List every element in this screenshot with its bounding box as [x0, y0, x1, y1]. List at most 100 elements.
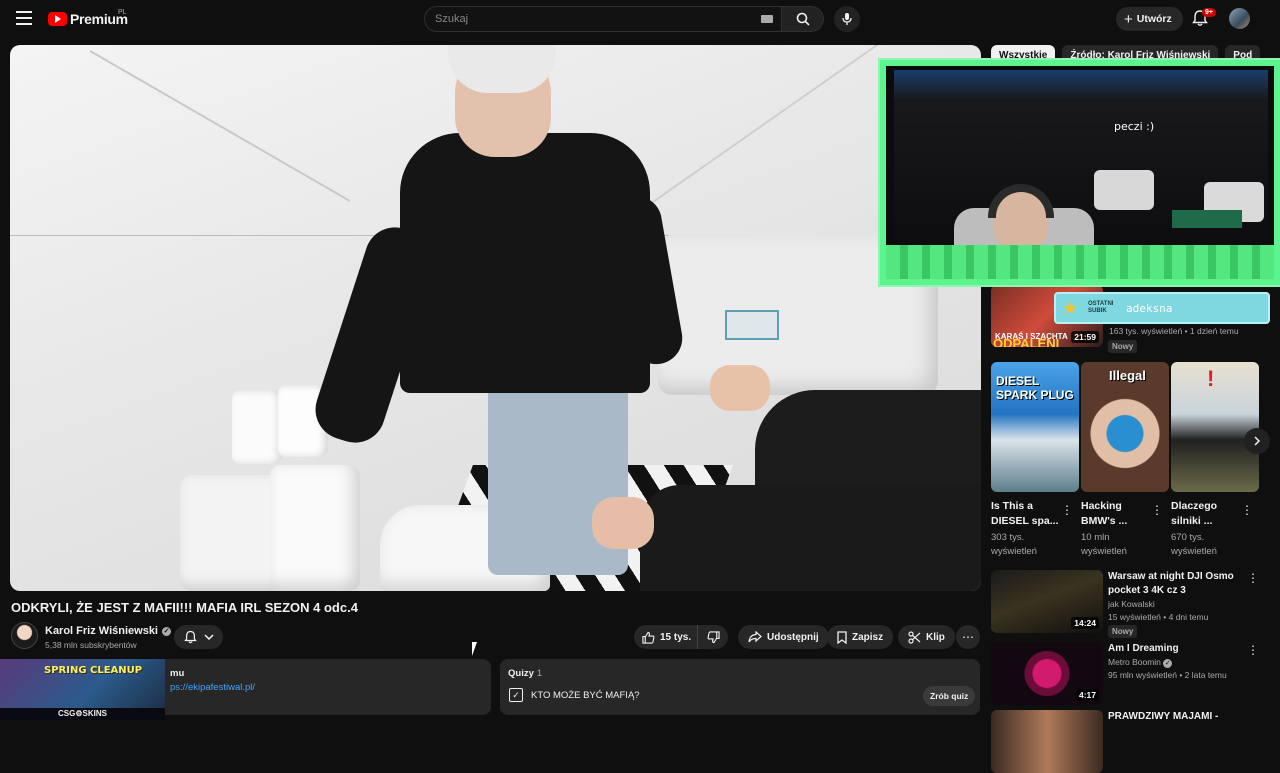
short-item[interactable]: ! Dlaczego silniki ... 670 tys. wyświetl…	[1171, 362, 1259, 557]
quiz-header: Quizy 1	[508, 668, 543, 679]
recommended-video[interactable]: 4:17 Am I Dreaming Metro Boomin ✓ 95 mln…	[991, 642, 1271, 708]
verified-icon: ✓	[1163, 659, 1173, 668]
short-item[interactable]: DIESEL SPARK PLUG Is This a DIESEL spa..…	[991, 362, 1079, 557]
chevron-down-icon	[203, 634, 214, 640]
search-box	[424, 6, 782, 32]
ad-brand: CSG⚙SKINS	[0, 708, 165, 720]
plus-icon: +	[1124, 10, 1133, 28]
quiz-question[interactable]: KTO MOŻE BYĆ MAFIĄ?	[531, 690, 640, 701]
account-avatar[interactable]	[1229, 8, 1250, 29]
video-thumbnail[interactable]: 14:24	[991, 570, 1103, 633]
video-title: ODKRYLI, ŻE JEST Z MAFII!!! MAFIA IRL SE…	[11, 600, 358, 615]
youtube-premium-logo[interactable]: Premium PL	[48, 9, 128, 27]
video-player[interactable]	[10, 45, 981, 591]
channel-avatar[interactable]	[11, 622, 38, 649]
recommended-video[interactable]: PRAWDZIWY MAJAMI -	[991, 710, 1271, 773]
logo-country: PL	[118, 9, 127, 16]
video-title[interactable]: PRAWDZIWY MAJAMI -	[1108, 710, 1248, 724]
headphones-icon	[988, 184, 1054, 218]
thumbs-down-icon	[707, 630, 720, 643]
more-actions-icon[interactable]: ⋮	[1061, 504, 1073, 516]
more-actions-icon[interactable]: ⋮	[1151, 504, 1163, 516]
marble-wall	[89, 50, 351, 202]
thumbnail-text: Illegal	[1109, 368, 1146, 383]
dislike-button[interactable]	[698, 625, 728, 649]
armchair	[1094, 170, 1154, 210]
like-button[interactable]: 15 tys.	[634, 625, 698, 649]
last-subscriber-widget: ★ OSTATNI SUBIK adeksna	[1054, 292, 1270, 324]
checkbox-icon: ✓	[509, 688, 523, 702]
take-quiz-button[interactable]: Zrób quiz	[923, 686, 976, 706]
more-actions-icon[interactable]: ⋮	[1247, 644, 1259, 656]
search-icon	[796, 12, 810, 26]
video-duration: 21:59	[1071, 331, 1099, 343]
clip-button[interactable]: Klip	[898, 625, 955, 649]
bell-icon	[183, 630, 197, 644]
bookmark-icon	[837, 630, 847, 644]
short-thumbnail[interactable]: DIESEL SPARK PLUG	[991, 362, 1079, 492]
channel-name[interactable]: jak Kowalski	[1108, 599, 1155, 609]
search-input[interactable]	[425, 7, 745, 31]
save-button[interactable]: Zapisz	[827, 625, 894, 649]
new-badge: Nowy	[1108, 340, 1138, 353]
thumbs-up-icon	[642, 631, 655, 644]
short-title[interactable]: Hacking BMW's ...	[1081, 499, 1151, 529]
search-button[interactable]	[782, 6, 824, 32]
clip-label: Klip	[926, 631, 945, 643]
verified-icon: ✓	[162, 626, 171, 636]
video-meta: 163 tys. wyświetleń • 1 dzień temu	[1109, 326, 1239, 336]
quiz-box: Quizy 1 ✓ KTO MOŻE BYĆ MAFIĄ? Zrób quiz	[500, 659, 980, 715]
video-thumbnail[interactable]	[991, 710, 1103, 773]
notification-badge: 9+	[1202, 8, 1216, 17]
channel-name[interactable]: Metro Boomin ✓	[1108, 657, 1173, 668]
share-icon	[748, 631, 762, 643]
pixel-grass-border	[886, 245, 1274, 279]
overlay-caption: peczi :)	[1114, 120, 1155, 133]
video-title[interactable]: Am I Dreaming	[1108, 642, 1248, 656]
more-actions-icon[interactable]: ⋮	[1247, 572, 1259, 584]
sub-widget-label: OSTATNI SUBIK	[1088, 301, 1114, 314]
video-thumbnail[interactable]: 4:17	[991, 642, 1103, 705]
quiz-count: 1	[536, 668, 543, 679]
short-title[interactable]: Dlaczego silniki ...	[1171, 499, 1241, 529]
video-meta: 15 wyświetleń • 4 dni temu	[1108, 612, 1209, 622]
scissors-icon	[908, 630, 921, 644]
recommended-video[interactable]: 14:24 Warsaw at night DJI Osmo pocket 3 …	[991, 570, 1271, 638]
subscription-notifications-button[interactable]	[174, 625, 223, 649]
short-thumbnail[interactable]: !	[1171, 362, 1259, 492]
thumbnail-text: DIESEL SPARK PLUG	[996, 374, 1074, 402]
sub-widget-name: adeksna	[1126, 301, 1173, 315]
menu-icon[interactable]	[16, 11, 32, 25]
person	[400, 133, 650, 393]
video-meta: 95 mln wyświetleń • 2 lata temu	[1108, 670, 1227, 680]
channel-name[interactable]: Karol Friz Wiśniewski ✓	[45, 625, 171, 637]
like-dislike-group: 15 tys.	[634, 625, 728, 649]
microphone-icon	[842, 13, 852, 25]
create-label: Utwórz	[1136, 13, 1172, 25]
create-button[interactable]: + Utwórz	[1116, 7, 1183, 31]
ad-title: SPRING CLEANUP	[44, 665, 143, 676]
more-horizontal-icon: ⋯	[962, 630, 974, 644]
webcam-room: peczi :)	[894, 70, 1268, 258]
youtube-play-icon	[48, 12, 67, 26]
video-duration: 14:24	[1071, 617, 1099, 629]
short-item[interactable]: Illegal Hacking BMW's ... 10 mln wyświet…	[1081, 362, 1169, 557]
short-title[interactable]: Is This a DIESEL spa...	[991, 499, 1061, 529]
top-bar: Premium PL + Utwórz 9+	[0, 0, 1280, 38]
keyboard-icon[interactable]	[761, 15, 773, 23]
mouse-cursor	[472, 642, 477, 656]
star-icon: ★	[1062, 298, 1079, 318]
description-link[interactable]: ps://ekipafestiwal.pl/	[170, 682, 255, 693]
more-actions-button[interactable]: ⋯	[956, 625, 980, 649]
short-thumbnail[interactable]: Illegal	[1081, 362, 1169, 492]
like-count: 15 tys.	[660, 631, 692, 643]
subscriber-count: 5,38 mln subskrybentów	[45, 640, 137, 650]
more-actions-icon[interactable]: ⋮	[1241, 504, 1253, 516]
stream-ad-banner: SPRING CLEANUP CSG⚙SKINS	[0, 659, 165, 720]
shorts-next-button[interactable]	[1244, 428, 1270, 454]
voice-search-button[interactable]	[834, 6, 860, 32]
video-title[interactable]: Warsaw at night DJI Osmo pocket 3 4K cz …	[1108, 570, 1248, 598]
save-label: Zapisz	[852, 631, 884, 643]
description-text: mu	[170, 668, 185, 679]
share-button[interactable]: Udostępnij	[738, 625, 829, 649]
